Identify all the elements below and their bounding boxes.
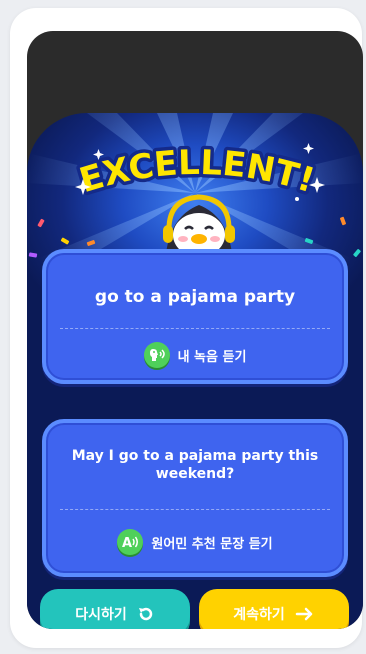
divider bbox=[60, 328, 330, 329]
retry-icon bbox=[138, 607, 152, 621]
svg-text:A: A bbox=[122, 536, 132, 551]
native-sentence-label: 원어민 추천 문장 듣기 bbox=[151, 536, 273, 552]
native-sentence-button[interactable]: A 원어민 추천 문장 듣기 bbox=[46, 529, 344, 555]
result-screen: EXCELLENT! EXCELLENT! go to a pajama par… bbox=[27, 31, 363, 629]
continue-button[interactable]: 계속하기 bbox=[199, 589, 349, 629]
my-recording-button[interactable]: 내 녹음 듣기 bbox=[46, 342, 344, 368]
sentence-text: May I go to a pajama party this weekend? bbox=[71, 448, 319, 482]
phrase-text: go to a pajama party bbox=[94, 287, 296, 307]
continue-label: 계속하기 bbox=[233, 607, 285, 623]
arrow-right-icon bbox=[295, 607, 313, 621]
my-recording-label: 내 녹음 듣기 bbox=[177, 349, 247, 365]
retry-label: 다시하기 bbox=[75, 607, 127, 623]
divider bbox=[60, 509, 330, 510]
phrase-card: go to a pajama party 내 녹음 듣기 bbox=[42, 249, 348, 384]
sentence-card: May I go to a pajama party this weekend?… bbox=[42, 419, 348, 577]
retry-button[interactable]: 다시하기 bbox=[40, 589, 190, 629]
voice-icon bbox=[143, 342, 170, 368]
a-speaker-icon: A bbox=[117, 529, 144, 555]
